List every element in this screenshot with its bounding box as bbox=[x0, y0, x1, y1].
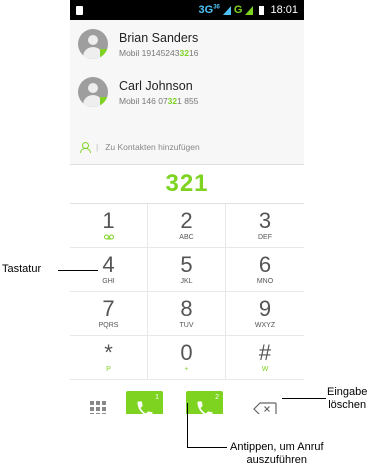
annotation-eingabe: Eingabe löschen bbox=[327, 386, 368, 411]
annotation-line-tastatur bbox=[58, 270, 98, 271]
clock: 18:01 bbox=[270, 4, 298, 16]
key-2[interactable]: 2 ABC bbox=[148, 204, 226, 248]
key-9[interactable]: 9 WXYZ bbox=[226, 292, 304, 336]
annotation-line-eingabe bbox=[282, 398, 326, 399]
contact-suggestion[interactable]: Carl Johnson Mobil 146 07321 855 bbox=[70, 68, 304, 116]
contact-suggestions: Brian Sanders Mobil 191452433216 Carl Jo… bbox=[70, 20, 304, 164]
signal-icon-2 bbox=[245, 5, 254, 15]
key-0[interactable]: 0 + bbox=[148, 336, 226, 380]
contact-name: Brian Sanders bbox=[119, 30, 199, 45]
signal-icon bbox=[222, 5, 231, 15]
key-7[interactable]: 7 PQRS bbox=[70, 292, 148, 336]
backspace-icon[interactable] bbox=[253, 401, 277, 414]
contact-suggestion[interactable]: Brian Sanders Mobil 191452433216 bbox=[70, 20, 304, 68]
avatar bbox=[78, 77, 108, 107]
sim2-label: 2 bbox=[215, 393, 219, 401]
call-sim1-button[interactable]: 1 bbox=[126, 390, 163, 414]
person-add-icon bbox=[80, 142, 91, 153]
keypad: 1 2 ABC 3 DEF 4 GHI 5 JKL 6 MNO 7 PQRS 8 TUV 9W… bbox=[70, 204, 304, 380]
annotation-line-antippen-h bbox=[187, 447, 227, 448]
dialed-number: 321 bbox=[165, 170, 209, 197]
annotation-line-antippen-v bbox=[187, 403, 188, 448]
key-8[interactable]: 8 TUV bbox=[148, 292, 226, 336]
status-bar: 3G36 G 18:01 bbox=[70, 0, 304, 20]
key-5[interactable]: 5 JKL bbox=[148, 248, 226, 292]
voicemail-icon bbox=[103, 234, 114, 242]
contact-number: Mobil 146 07321 855 bbox=[119, 95, 199, 106]
contact-name: Carl Johnson bbox=[119, 78, 193, 93]
key-hash[interactable]: # W bbox=[226, 336, 304, 380]
sim-card-icon bbox=[76, 5, 83, 15]
add-to-contacts[interactable]: | Zu Kontakten hinzufügen bbox=[70, 130, 304, 164]
network-g-label: G bbox=[233, 4, 243, 16]
dialpad-icon[interactable] bbox=[90, 400, 106, 414]
avatar bbox=[78, 29, 108, 59]
key-6[interactable]: 6 MNO bbox=[226, 248, 304, 292]
annotation-antippen: Antippen, um Anruf auszuführen bbox=[230, 441, 324, 466]
key-1[interactable]: 1 bbox=[70, 204, 148, 248]
sim1-label: 1 bbox=[155, 393, 159, 401]
network-type: 3G36 bbox=[198, 4, 220, 16]
add-to-contacts-label: Zu Kontakten hinzufügen bbox=[105, 142, 200, 152]
phone-icon bbox=[197, 401, 212, 414]
sim-badge-icon bbox=[100, 49, 108, 58]
sim-badge-icon bbox=[100, 97, 108, 106]
annotation-tastatur: Tastatur bbox=[2, 263, 42, 275]
contact-number: Mobil 191452433216 bbox=[119, 47, 199, 58]
call-sim2-button[interactable]: 2 bbox=[186, 390, 223, 414]
key-star[interactable]: * P bbox=[70, 336, 148, 380]
phone-icon bbox=[137, 401, 152, 414]
dial-display: 321 bbox=[70, 164, 304, 204]
battery-icon bbox=[259, 5, 265, 15]
separator: | bbox=[96, 142, 99, 152]
key-3[interactable]: 3 DEF bbox=[226, 204, 304, 248]
phone-screen: 3G36 G 18:01 Brian Sanders Mobil 1914524… bbox=[70, 0, 304, 414]
